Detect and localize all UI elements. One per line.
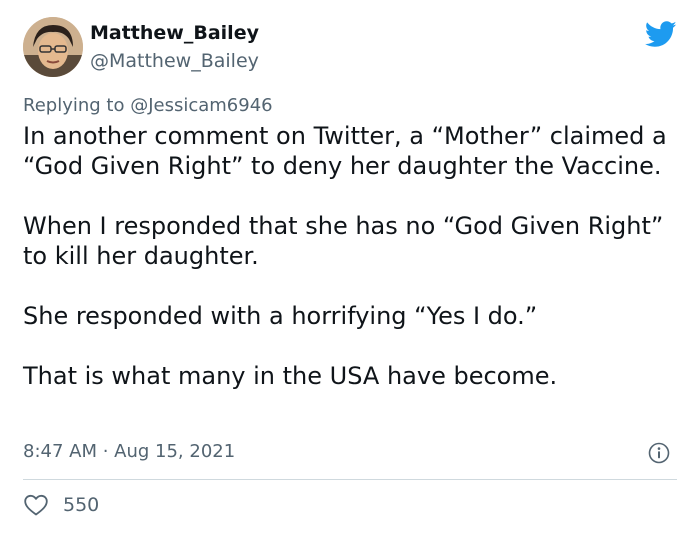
tweet-paragraph: That is what many in the USA have become… (23, 362, 558, 390)
info-icon[interactable] (648, 442, 670, 464)
tweet-paragraph: She responded with a horrifying “Yes I d… (23, 302, 538, 330)
user-handle[interactable]: @Matthew_Bailey (90, 50, 259, 72)
like-action[interactable]: 550 (23, 491, 99, 519)
reply-context: Replying to @Jessicam6946 (23, 95, 273, 116)
reply-prefix: Replying to (23, 95, 131, 116)
tweet-card: Matthew_Bailey @Matthew_Bailey Replying … (0, 0, 700, 533)
display-name[interactable]: Matthew_Bailey (90, 22, 259, 44)
twitter-bird-icon[interactable] (645, 21, 677, 48)
tweet-text: In another comment on Twitter, a “Mother… (23, 121, 683, 391)
tweet-paragraph: When I responded that she has no “God Gi… (23, 212, 664, 270)
tweet-paragraph: In another comment on Twitter, a “Mother… (23, 122, 667, 180)
avatar[interactable] (23, 17, 83, 77)
tweet-timestamp[interactable]: 8:47 AM · Aug 15, 2021 (23, 441, 235, 462)
heart-icon[interactable] (23, 493, 49, 517)
like-count: 550 (63, 494, 100, 516)
reply-mention-link[interactable]: @Jessicam6946 (130, 95, 272, 116)
divider (23, 479, 677, 480)
